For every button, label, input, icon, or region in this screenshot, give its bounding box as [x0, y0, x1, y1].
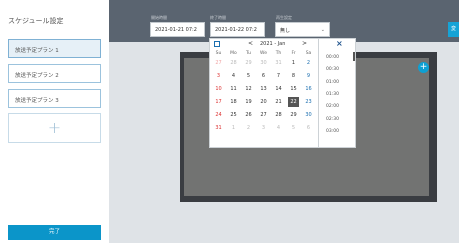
calendar-day[interactable]: 31: [213, 123, 224, 133]
calendar-day[interactable]: 8: [288, 71, 299, 81]
calendar-day[interactable]: 29: [288, 110, 299, 120]
calendar-day[interactable]: 21: [273, 97, 284, 107]
done-button[interactable]: 完了: [8, 225, 101, 240]
weekday-header: We: [260, 51, 267, 56]
calendar-day[interactable]: 14: [273, 84, 284, 94]
calendar-day[interactable]: 1: [288, 58, 299, 68]
time-scrollbar[interactable]: [353, 52, 355, 61]
weekday-header: Sa: [305, 51, 312, 56]
calendar-day[interactable]: 6: [303, 123, 314, 133]
calendar-day[interactable]: 31: [273, 58, 284, 68]
calendar-day[interactable]: 3: [258, 123, 269, 133]
edit-button[interactable]: 変: [448, 22, 459, 37]
calendar-day[interactable]: 11: [228, 84, 239, 94]
sidebar: スケジュール設定 放送予定プラン 1 放送予定プラン 2 放送予定プラン 3 +…: [0, 0, 109, 243]
repeat-value: 無し: [280, 28, 291, 34]
sidebar-title: スケジュール設定: [8, 17, 64, 25]
chevron-down-icon: ⌄: [320, 27, 325, 33]
calendar-day[interactable]: 7: [273, 71, 284, 81]
time-option[interactable]: 02:30: [326, 117, 339, 122]
calendar-day[interactable]: 30: [258, 58, 269, 68]
calendar-day[interactable]: 19: [243, 97, 254, 107]
prev-month-button[interactable]: <: [248, 40, 253, 47]
calendar-day[interactable]: 30: [303, 110, 314, 120]
calendar-day[interactable]: 4: [228, 71, 239, 81]
date-picker: < 2021 - Jan > Su Mo Tu We Th Fr Sa 27 28 29 30 31 1…: [209, 38, 319, 148]
start-time-label: 開始時間: [151, 15, 167, 20]
calendar-day[interactable]: 3: [213, 71, 224, 81]
calendar-day[interactable]: 13: [258, 84, 269, 94]
calendar-day[interactable]: 17: [213, 97, 224, 107]
weekday-header: Fr: [291, 51, 296, 56]
calendar-day[interactable]: 18: [228, 97, 239, 107]
repeat-label: 再生設定: [276, 15, 292, 20]
time-option[interactable]: 00:00: [326, 55, 339, 60]
plan-item-1[interactable]: 放送予定プラン 1: [8, 39, 101, 58]
calendar-header: < 2021 - Jan >: [210, 39, 320, 51]
time-option[interactable]: 02:00: [326, 104, 339, 109]
calendar-day[interactable]: 20: [258, 97, 269, 107]
end-time-value: 2021-01-22 07:2: [215, 27, 257, 33]
time-option[interactable]: 01:30: [326, 92, 339, 97]
calendar-day[interactable]: 23: [303, 97, 314, 107]
calendar-day[interactable]: 27: [213, 58, 224, 68]
calendar-day[interactable]: 25: [228, 110, 239, 120]
weekday-header: Mo: [230, 51, 237, 56]
calendar-day[interactable]: 4: [273, 123, 284, 133]
calendar-day[interactable]: 6: [258, 71, 269, 81]
calendar-day[interactable]: 24: [213, 110, 224, 120]
add-content-icon[interactable]: +: [418, 62, 429, 73]
calendar-day[interactable]: 26: [243, 110, 254, 120]
weekday-header: Su: [215, 51, 222, 56]
start-time-value: 2021-01-21 07:2: [155, 27, 197, 33]
calendar-day[interactable]: 5: [288, 123, 299, 133]
weekday-header: Tu: [246, 51, 251, 56]
calendar-title: 2021 - Jan: [260, 41, 286, 47]
add-plan-button[interactable]: +: [8, 113, 101, 143]
repeat-select[interactable]: 無し ⌄: [275, 22, 330, 37]
next-month-button[interactable]: >: [302, 40, 307, 47]
calendar-day[interactable]: 27: [258, 110, 269, 120]
start-time-field[interactable]: 2021-01-21 07:2: [150, 22, 205, 37]
calendar-day[interactable]: 28: [228, 58, 239, 68]
calendar-day[interactable]: 9: [303, 71, 314, 81]
weekday-header: Th: [275, 51, 282, 56]
plan-item-2[interactable]: 放送予定プラン 2: [8, 64, 101, 83]
calendar-day[interactable]: 2: [303, 58, 314, 68]
calendar-day[interactable]: 16: [303, 84, 314, 94]
end-time-field[interactable]: 2021-01-22 07:2: [210, 22, 265, 37]
calendar-day[interactable]: 5: [243, 71, 254, 81]
close-icon[interactable]: ×: [336, 39, 343, 48]
calendar-day[interactable]: 2: [243, 123, 254, 133]
time-option[interactable]: 01:00: [326, 80, 339, 85]
time-option[interactable]: 03:00: [326, 129, 339, 134]
calendar-day[interactable]: 28: [273, 110, 284, 120]
calendar-day[interactable]: 15: [288, 84, 299, 94]
calendar-day[interactable]: 1: [228, 123, 239, 133]
calendar-day[interactable]: 29: [243, 58, 254, 68]
end-time-label: 終了時間: [210, 15, 226, 20]
time-option[interactable]: 00:30: [326, 67, 339, 72]
plan-item-3[interactable]: 放送予定プラン 3: [8, 89, 101, 108]
calendar-icon: [214, 41, 220, 47]
calendar-day[interactable]: 10: [213, 84, 224, 94]
calendar-day[interactable]: 22: [288, 97, 299, 107]
calendar-day[interactable]: 12: [243, 84, 254, 94]
